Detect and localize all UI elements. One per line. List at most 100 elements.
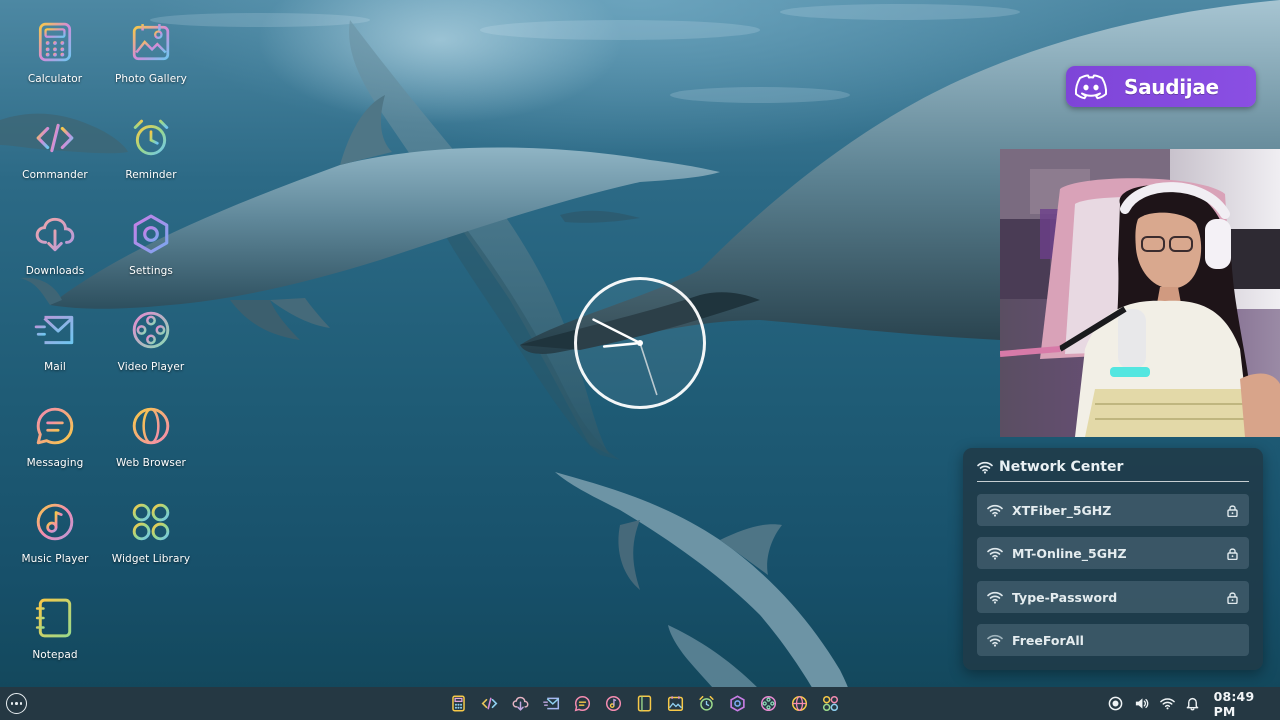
desktop-app-photo-gallery[interactable]: Photo Gallery	[103, 0, 199, 90]
gear-hexagon-icon	[730, 695, 745, 712]
tray-volume-button[interactable]	[1129, 693, 1155, 714]
lock-icon	[1227, 547, 1238, 560]
desktop-app-label: Video Player	[117, 361, 185, 373]
network-center-panel: Network Center XTFiber_5GHZ MT-Online_5G…	[963, 448, 1263, 670]
desktop-app-calculator[interactable]: Calculator	[7, 0, 103, 90]
network-ssid: XTFiber_5GHZ	[1012, 502, 1112, 518]
clock-second-hand	[639, 342, 658, 396]
desktop-app-commander[interactable]: Commander	[7, 96, 103, 186]
desktop-app-label: Widget Library	[111, 553, 191, 565]
desktop-app-label: Reminder	[125, 169, 177, 181]
taskbar-music-player[interactable]	[598, 693, 629, 714]
taskbar-photo-gallery[interactable]	[660, 693, 691, 714]
gear-hexagon-icon	[129, 212, 173, 256]
network-center-title: Network Center	[999, 459, 1124, 475]
taskbar-notepad[interactable]	[629, 693, 660, 714]
taskbar: 08:49 PM	[0, 687, 1280, 720]
chat-bubble-icon	[574, 695, 591, 712]
taskbar-downloads[interactable]	[505, 693, 536, 714]
tray-record-button[interactable]	[1103, 693, 1129, 714]
system-tray: 08:49 PM	[1103, 689, 1280, 719]
network-center-header: Network Center	[977, 456, 1123, 478]
network-item[interactable]: FreeForAll	[977, 624, 1249, 656]
photo-gallery-icon	[129, 20, 173, 64]
globe-icon	[129, 404, 173, 448]
code-icon	[481, 697, 498, 710]
film-reel-icon	[129, 308, 173, 352]
cloud-download-icon	[33, 212, 77, 256]
taskbar-reminder[interactable]	[691, 693, 722, 714]
music-disc-icon	[605, 695, 622, 712]
network-ssid: MT-Online_5GHZ	[1012, 545, 1127, 561]
taskbar-web-browser[interactable]	[784, 693, 815, 714]
desktop-app-label: Photo Gallery	[115, 73, 187, 85]
code-icon	[33, 116, 77, 160]
wifi-icon	[1159, 698, 1175, 710]
discord-username-badge: Saudijae	[1066, 66, 1256, 107]
calculator-icon	[452, 695, 465, 712]
volume-icon	[1135, 698, 1149, 709]
more-dots-icon	[10, 702, 14, 705]
clock-minute-hand	[592, 318, 642, 345]
taskbar-clock-time: 08:49 PM	[1213, 688, 1255, 719]
wifi-icon	[987, 591, 1003, 604]
taskbar-widget-library[interactable]	[815, 693, 846, 714]
lock-icon	[1227, 504, 1238, 517]
widget-grid-icon	[129, 500, 173, 544]
analog-clock-widget	[574, 277, 706, 409]
taskbar-calculator[interactable]	[443, 693, 474, 714]
music-disc-icon	[33, 500, 77, 544]
widget-grid-icon	[822, 695, 839, 712]
clock-hour-hand	[602, 341, 642, 348]
desktop-app-label: Commander	[22, 169, 88, 181]
taskbar-video-player[interactable]	[753, 693, 784, 714]
record-icon	[1108, 696, 1123, 711]
network-item[interactable]: MT-Online_5GHZ	[977, 537, 1249, 569]
desktop-app-label: Downloads	[25, 265, 85, 277]
taskbar-settings[interactable]	[722, 693, 753, 714]
taskbar-messaging[interactable]	[567, 693, 598, 714]
desktop-app-label: Mail	[44, 361, 66, 373]
notepad-icon	[637, 695, 652, 712]
lock-icon	[1227, 591, 1238, 604]
discord-username: Saudijae	[1124, 74, 1219, 99]
globe-icon	[791, 695, 808, 712]
desktop-app-downloads[interactable]: Downloads	[7, 192, 103, 282]
desktop-app-label: Notepad	[32, 649, 78, 661]
mail-icon	[543, 697, 560, 710]
desktop-app-settings[interactable]: Settings	[103, 192, 199, 282]
desktop-app-label: Web Browser	[116, 457, 186, 469]
cloud-download-icon	[512, 696, 529, 711]
desktop-app-music-player[interactable]: Music Player	[7, 480, 103, 570]
wifi-icon	[977, 461, 993, 474]
desktop-app-reminder[interactable]: Reminder	[103, 96, 199, 186]
divider	[977, 481, 1249, 482]
network-ssid: FreeForAll	[1012, 632, 1084, 648]
start-menu-button[interactable]	[6, 693, 27, 714]
tray-notifications-button[interactable]	[1180, 693, 1206, 714]
taskbar-mail[interactable]	[536, 693, 567, 714]
alarm-clock-icon	[129, 116, 173, 160]
desktop-app-label: Music Player	[21, 553, 89, 565]
network-item[interactable]: Type-Password	[977, 581, 1249, 613]
wifi-icon	[987, 504, 1003, 517]
taskbar-app-list	[443, 693, 846, 714]
desktop-app-video-player[interactable]: Video Player	[103, 288, 199, 378]
network-ssid: Type-Password	[1012, 589, 1118, 605]
mail-icon	[33, 308, 77, 352]
film-reel-icon	[760, 695, 777, 712]
desktop-app-mail[interactable]: Mail	[7, 288, 103, 378]
desktop-app-web-browser[interactable]: Web Browser	[103, 384, 199, 474]
desktop-app-messaging[interactable]: Messaging	[7, 384, 103, 474]
notepad-icon	[33, 596, 77, 640]
desktop-app-notepad[interactable]: Notepad	[7, 576, 103, 666]
chat-bubble-icon	[33, 404, 77, 448]
desktop-app-label: Calculator	[27, 73, 83, 85]
tray-wifi-button[interactable]	[1154, 693, 1180, 714]
webcam-video-overlay	[1000, 149, 1280, 437]
network-item[interactable]: XTFiber_5GHZ	[977, 494, 1249, 526]
desktop-app-label: Messaging	[26, 457, 84, 469]
calculator-icon	[33, 20, 77, 64]
taskbar-commander[interactable]	[474, 693, 505, 714]
desktop-app-widget-library[interactable]: Widget Library	[103, 480, 199, 570]
